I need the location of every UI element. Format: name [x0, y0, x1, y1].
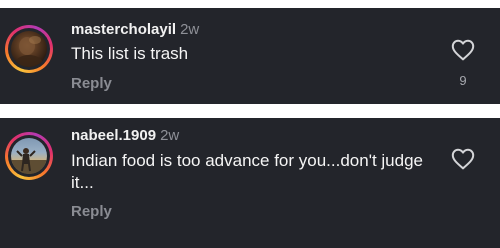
avatar[interactable]: [5, 25, 53, 73]
comment-time: 2w: [160, 127, 180, 144]
avatar-photo: [11, 138, 47, 174]
avatar[interactable]: [5, 132, 53, 180]
story-ring-gap: [8, 135, 50, 177]
heart-outline-icon[interactable]: [451, 148, 475, 170]
username-link[interactable]: nabeel.1909: [71, 127, 156, 144]
avatar-image-icon: [15, 36, 43, 67]
like-count: 9: [459, 73, 467, 88]
comment-header: mastercholayil 2w: [71, 21, 199, 38]
reply-button[interactable]: Reply: [71, 203, 112, 220]
comment-text: Indian food is too advance for you...don…: [71, 151, 423, 192]
avatar-photo: [11, 31, 47, 67]
comment-item: nabeel.1909 2w Indian food is too advance…: [0, 118, 500, 248]
comment-text: This list is trash: [71, 44, 189, 63]
story-ring-gap: [8, 28, 50, 70]
comment-item: mastercholayil 2w This list is trash Repl…: [0, 8, 500, 104]
heart-outline-icon[interactable]: [451, 39, 475, 61]
comment-header: nabeel.1909 2w: [71, 127, 179, 144]
comment-time: 2w: [180, 21, 200, 38]
avatar-image-icon: [11, 148, 47, 174]
username-link[interactable]: mastercholayil: [71, 21, 176, 38]
reply-button[interactable]: Reply: [71, 75, 112, 92]
